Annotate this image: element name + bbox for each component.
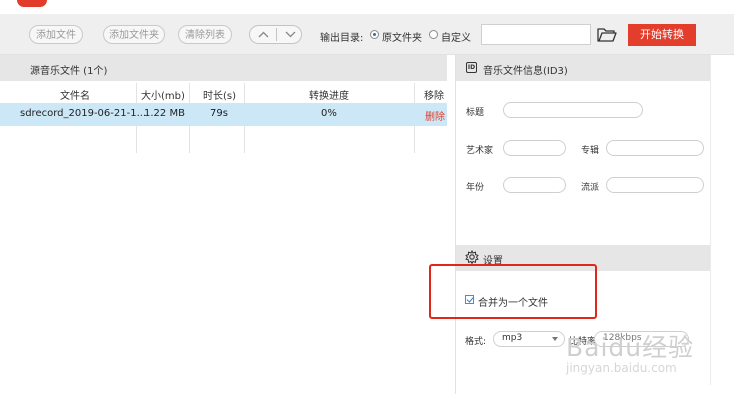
app-logo <box>17 0 47 7</box>
add-folder-button[interactable]: 添加文件夹 <box>103 25 165 44</box>
genre-label: 流派 <box>581 183 600 193</box>
year-label: 年份 <box>466 183 485 193</box>
col-progress[interactable]: 转换进度 <box>309 87 349 102</box>
year-field[interactable] <box>503 177 566 193</box>
col-size[interactable]: 大小(mb) <box>141 87 185 102</box>
radio-custom-label: 自定义 <box>441 33 471 44</box>
title-field[interactable] <box>503 102 643 118</box>
output-dir-label: 输出目录: <box>320 33 364 44</box>
file-name-cell: sdrecord_2019-06-21-1... <box>20 108 147 119</box>
toolbar: 添加文件 添加文件夹 清除列表 输出目录: 原文件夹 自定义 开始转换 <box>0 14 734 55</box>
file-size-cell: 1.22 MB <box>144 108 185 119</box>
dropdown-arrow-icon <box>552 337 558 341</box>
watermark-sub: jingyan.baidu.com <box>566 361 677 375</box>
source-header: 源音乐文件 (1个) <box>0 55 447 81</box>
watermark-main: Baidu经验 <box>566 333 695 362</box>
chevron-up-icon <box>258 31 268 38</box>
clear-list-button[interactable]: 清除列表 <box>178 25 232 44</box>
format-label: 格式: <box>465 337 487 347</box>
table-row[interactable]: sdrecord_2019-06-21-1... 1.22 MB 79s 0% … <box>0 103 447 126</box>
folder-icon <box>597 28 617 42</box>
album-field[interactable] <box>606 140 704 156</box>
move-down-button[interactable] <box>277 26 301 43</box>
col-filename[interactable]: 文件名 <box>60 87 90 102</box>
col-remove[interactable]: 移除 <box>424 87 444 102</box>
radio-original-label: 原文件夹 <box>382 33 422 44</box>
album-label: 专辑 <box>581 146 600 156</box>
col-duration[interactable]: 时长(s) <box>203 87 236 102</box>
source-title: 源音乐文件 (1个) <box>30 66 108 77</box>
add-file-button[interactable]: 添加文件 <box>29 25 83 44</box>
artist-field[interactable] <box>503 140 566 156</box>
format-value: mp3 <box>502 333 523 343</box>
id-icon: ID <box>466 62 477 73</box>
file-duration-cell: 79s <box>210 108 228 119</box>
artist-label: 艺术家 <box>466 146 494 156</box>
start-convert-button[interactable]: 开始转换 <box>628 24 696 46</box>
highlight-box <box>429 264 597 319</box>
id3-title: 音乐文件信息(ID3) <box>483 66 568 77</box>
output-path-input[interactable] <box>481 24 591 45</box>
id3-header: ID 音乐文件信息(ID3) <box>456 55 710 81</box>
title-label: 标题 <box>466 108 485 118</box>
source-files-panel: 源音乐文件 (1个) 文件名 大小(mb) 时长(s) 转换进度 移除 sdre… <box>0 55 447 394</box>
genre-field[interactable] <box>606 177 704 193</box>
chevron-down-icon <box>285 31 295 38</box>
format-select[interactable]: mp3 <box>493 331 565 347</box>
browse-folder-button[interactable] <box>597 27 617 45</box>
radio-custom[interactable] <box>429 30 438 39</box>
move-buttons <box>249 25 302 44</box>
remove-link[interactable]: 删除 <box>425 108 445 123</box>
radio-original-folder[interactable] <box>370 30 379 39</box>
baidu-watermark: Baidu经验 jingyan.baidu.com <box>566 313 706 388</box>
move-up-button[interactable] <box>250 26 276 43</box>
file-progress-cell: 0% <box>321 108 337 119</box>
